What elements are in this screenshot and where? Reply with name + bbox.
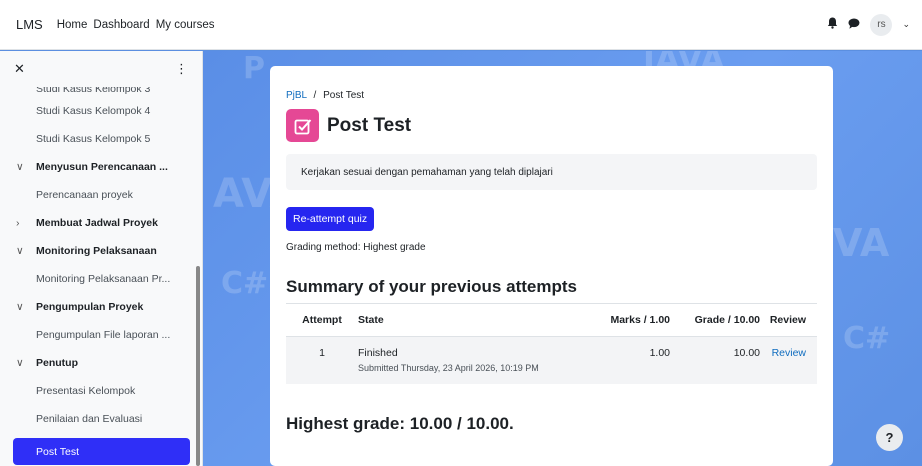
sidebar-section[interactable]: ∨ Menyusun Perencanaan ... (0, 153, 202, 181)
page-title: Post Test (327, 114, 412, 136)
sidebar-item[interactable]: Studi Kasus Kelompok 4 (0, 97, 202, 125)
reattempt-quiz-button[interactable]: Re-attempt quiz (286, 207, 375, 231)
bg-decoration: C# (221, 266, 269, 301)
bg-decoration: C# (843, 321, 891, 356)
attempt-state: Finished (358, 347, 398, 359)
sidebar-section[interactable]: › Membuat Jadwal Proyek (0, 209, 202, 237)
review-cell: Review (760, 336, 817, 384)
bell-icon[interactable] (827, 17, 838, 32)
bg-decoration: VA (833, 221, 890, 265)
sidebar-item[interactable]: Studi Kasus Kelompok 5 (0, 125, 202, 153)
chevron-right-icon[interactable]: › (16, 217, 30, 229)
attempt-state-cell: Finished Submitted Thursday, 23 April 20… (358, 336, 588, 384)
chevron-down-icon[interactable]: ∨ (16, 301, 30, 313)
grading-method: Grading method: Highest grade (286, 242, 426, 253)
sidebar-section-label: Membuat Jadwal Proyek (36, 217, 158, 229)
table-row: 1 Finished Submitted Thursday, 23 April … (286, 336, 817, 384)
attempt-number: 1 (286, 336, 358, 384)
breadcrumb: PjBL / Post Test (286, 90, 817, 101)
drawer-header: ✕ ⋮ (0, 51, 202, 87)
sidebar-item[interactable]: Penilaian dan Evaluasi (0, 405, 202, 433)
chevron-down-icon[interactable]: ∨ (16, 161, 30, 173)
sidebar-section-label: Penutup (36, 357, 78, 369)
main-content-card: PjBL / Post Test Post Test Kerjakan sesu… (270, 66, 833, 466)
attempt-submitted: Submitted Thursday, 23 April 2026, 10:19… (358, 363, 539, 373)
breadcrumb-separator: / (313, 90, 317, 101)
sidebar-section[interactable]: ∨ Penutup (0, 349, 202, 377)
breadcrumb-current: Post Test (323, 90, 365, 101)
chat-icon[interactable] (848, 18, 860, 32)
col-grade: Grade / 10.00 (670, 303, 760, 337)
col-marks: Marks / 1.00 (588, 303, 670, 337)
top-navbar: LMS Home Dashboard My courses rs ⌄ (0, 0, 922, 50)
table-header-row: Attempt State Marks / 1.00 Grade / 10.00… (286, 303, 817, 337)
nav-dashboard[interactable]: Dashboard (93, 19, 149, 31)
quiz-description: Kerjakan sesuai dengan pemahaman yang te… (286, 154, 817, 190)
quiz-icon (286, 109, 319, 142)
review-link[interactable]: Review (772, 347, 806, 359)
site-brand[interactable]: LMS (16, 17, 43, 32)
chevron-down-icon[interactable]: ∨ (16, 245, 30, 257)
sidebar-item[interactable]: Perencanaan proyek (0, 181, 202, 209)
more-options-icon[interactable]: ⋮ (175, 61, 188, 77)
close-icon[interactable]: ✕ (14, 61, 25, 77)
sidebar-section[interactable]: ∨ Monitoring Pelaksanaan (0, 237, 202, 265)
attempts-table: Attempt State Marks / 1.00 Grade / 10.00… (286, 303, 817, 384)
attempt-grade: 10.00 (670, 336, 760, 384)
nav-home[interactable]: Home (57, 19, 88, 31)
sidebar-item[interactable]: Presentasi Kelompok (0, 377, 202, 405)
sidebar-item-cut[interactable]: Studi Kasus Kelompok 3 (0, 87, 202, 97)
col-attempt: Attempt (286, 303, 358, 337)
help-button[interactable]: ? (876, 424, 903, 451)
highest-grade: Highest grade: 10.00 / 10.00. (286, 413, 514, 433)
sidebar-section[interactable]: ∨ Pengumpulan Proyek (0, 293, 202, 321)
bg-decoration: P (243, 51, 265, 86)
sidebar-section-label: Pengumpulan Proyek (36, 301, 144, 313)
summary-heading: Summary of your previous attempts (286, 277, 577, 296)
chevron-down-icon[interactable]: ∨ (16, 357, 30, 369)
sidebar-item-post-test-active[interactable]: Post Test (13, 438, 190, 465)
nav-my-courses[interactable]: My courses (156, 19, 215, 31)
sidebar-item[interactable]: Pengumpulan File laporan ... (0, 321, 202, 349)
col-state: State (358, 303, 588, 337)
attempt-marks: 1.00 (588, 336, 670, 384)
sidebar-item[interactable]: Monitoring Pelaksanaan Pr... (0, 265, 202, 293)
sidebar-scrollbar[interactable] (196, 266, 200, 466)
user-avatar[interactable]: rs (870, 13, 893, 36)
course-index-drawer: ✕ ⋮ Studi Kasus Kelompok 3 Studi Kasus K… (0, 51, 203, 466)
breadcrumb-course-link[interactable]: PjBL (286, 90, 307, 101)
course-index-list: Studi Kasus Kelompok 4 Studi Kasus Kelomp… (0, 97, 202, 433)
chevron-down-icon[interactable]: ⌄ (902, 19, 910, 30)
col-review: Review (760, 303, 817, 337)
sidebar-section-label: Monitoring Pelaksanaan (36, 245, 157, 257)
sidebar-section-label: Menyusun Perencanaan ... (36, 161, 168, 173)
